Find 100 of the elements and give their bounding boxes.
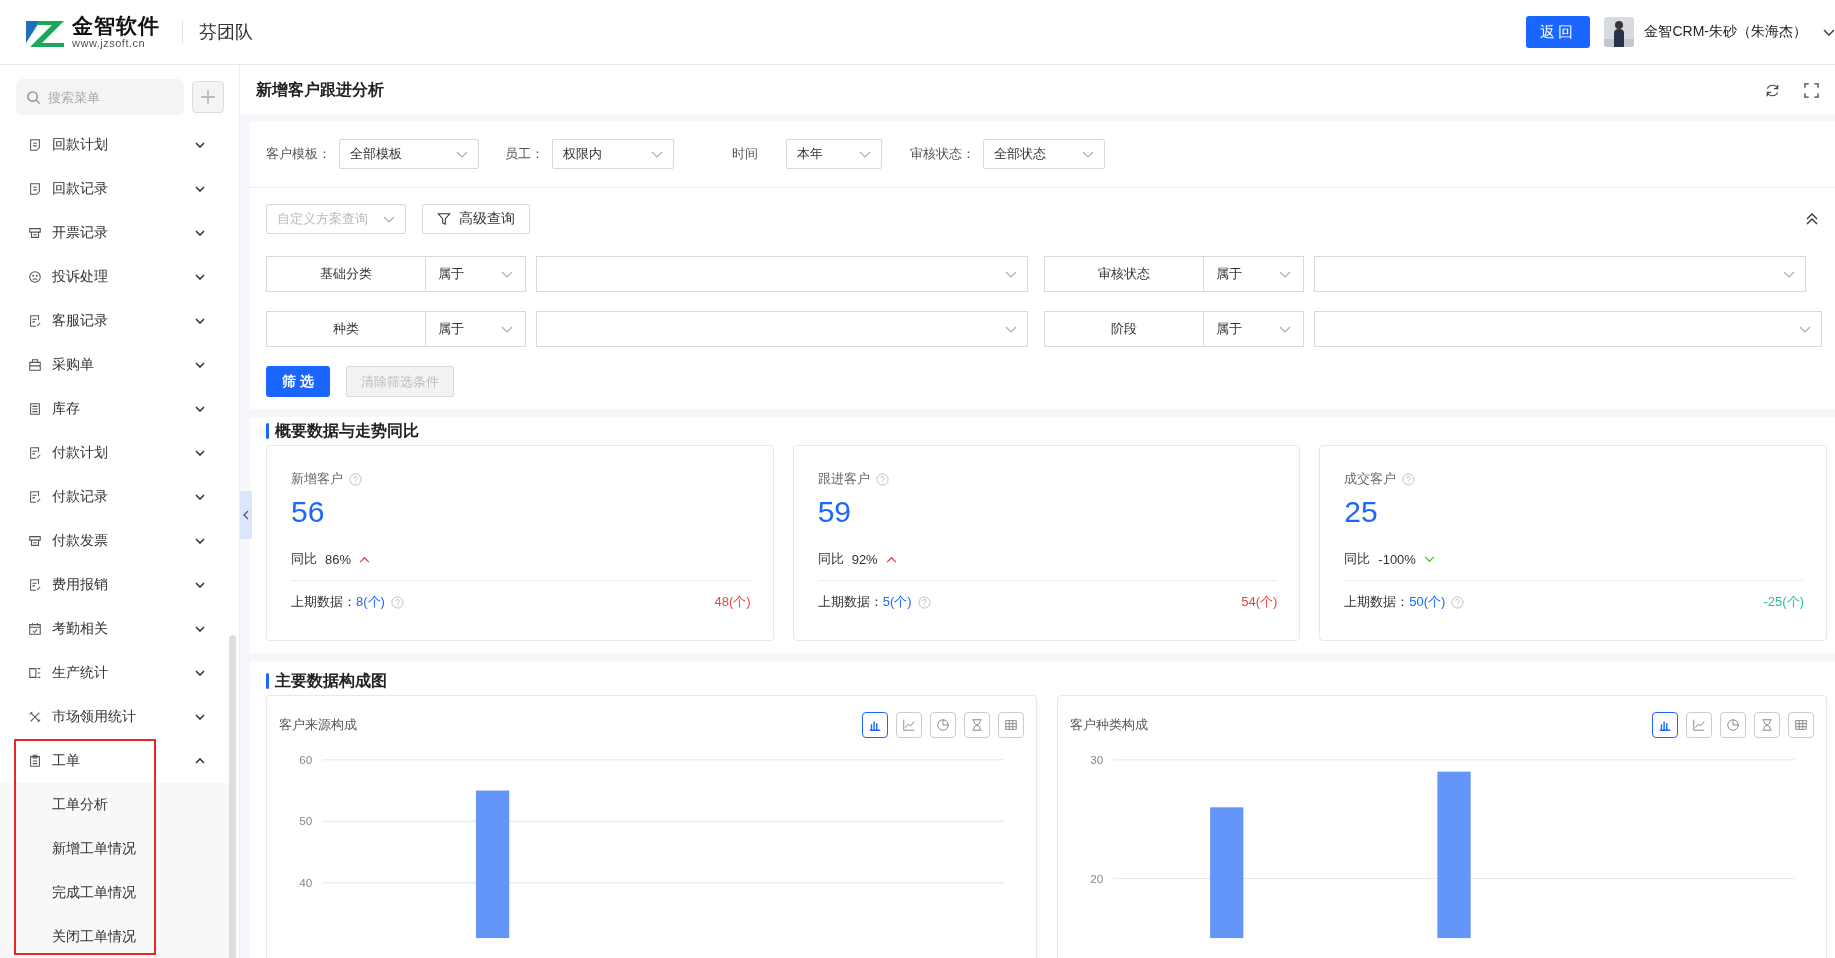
yoy-value: 86% bbox=[325, 551, 352, 567]
back-button[interactable]: 返回 bbox=[1526, 16, 1591, 48]
fullscreen-icon[interactable] bbox=[1804, 82, 1819, 98]
submenu-item[interactable]: 新增工单情况 bbox=[0, 827, 230, 871]
previous-label: 上期数据： bbox=[291, 593, 356, 611]
chart-type-button[interactable] bbox=[1652, 712, 1678, 738]
caret-icon bbox=[1005, 325, 1017, 333]
difference-value: -25(个) bbox=[1763, 593, 1804, 611]
filter-label: 时间 bbox=[732, 145, 758, 163]
value-dropdown[interactable] bbox=[536, 311, 1028, 347]
menu-item[interactable]: 费用报销 bbox=[0, 563, 230, 607]
pie-chart-icon bbox=[1726, 718, 1740, 732]
condition-field: 阶段 bbox=[1044, 311, 1204, 347]
caret-icon bbox=[1082, 150, 1094, 158]
chart-title: 客户来源构成 bbox=[279, 716, 357, 734]
note-icon bbox=[28, 314, 42, 328]
collapse-up-icon[interactable] bbox=[1805, 212, 1819, 226]
dropdown-field[interactable]: 全部模板 bbox=[339, 139, 479, 169]
caret-icon bbox=[383, 215, 395, 223]
stat-label: 新增客户 bbox=[291, 470, 343, 488]
difference-value: 54(个) bbox=[1241, 593, 1278, 611]
menu-item[interactable]: 付款计划 bbox=[0, 431, 230, 475]
menu-item[interactable]: 付款记录 bbox=[0, 475, 230, 519]
dropdown-field[interactable]: 本年 bbox=[786, 139, 882, 169]
help-icon[interactable] bbox=[1402, 472, 1416, 486]
value-dropdown[interactable] bbox=[1314, 256, 1806, 292]
submenu-item[interactable]: 完成工单情况 bbox=[0, 871, 230, 915]
search-field[interactable]: 搜索菜单 bbox=[16, 79, 184, 115]
dropdown-field[interactable]: 全部状态 bbox=[983, 139, 1105, 169]
chevron-down-icon[interactable] bbox=[1823, 28, 1835, 36]
list-icon bbox=[28, 402, 42, 416]
previous-value: 5(个) bbox=[882, 593, 912, 611]
yoy-value: 92% bbox=[851, 551, 878, 567]
help-icon[interactable] bbox=[917, 595, 931, 609]
refresh-icon[interactable] bbox=[1765, 82, 1780, 98]
columns-icon bbox=[28, 666, 42, 680]
section-title: 概要数据与走势同比 bbox=[275, 420, 419, 441]
axis-label: 20 bbox=[1089, 871, 1103, 885]
previous-label: 上期数据： bbox=[1344, 593, 1410, 611]
value-dropdown[interactable] bbox=[1314, 311, 1822, 347]
stat-value: 25 bbox=[1344, 495, 1378, 528]
menu-item[interactable]: 采购单 bbox=[0, 343, 230, 387]
help-icon[interactable] bbox=[1451, 595, 1465, 609]
condition-field: 审核状态 bbox=[1044, 256, 1204, 292]
filter-label: 员工： bbox=[505, 145, 544, 163]
menu-item[interactable]: 考勤相关 bbox=[0, 607, 230, 651]
scrollbar[interactable] bbox=[229, 635, 236, 958]
caret-icon bbox=[501, 270, 513, 278]
operator-dropdown[interactable]: 属于 bbox=[426, 311, 526, 347]
chart-type-button[interactable] bbox=[861, 712, 888, 738]
condition-field: 种类 bbox=[266, 311, 426, 347]
logo-url: www.jzsoft.cn bbox=[72, 36, 146, 50]
table-icon bbox=[1003, 718, 1018, 732]
menu-item[interactable]: 客服记录 bbox=[0, 299, 230, 343]
help-icon[interactable] bbox=[349, 472, 362, 486]
value-dropdown[interactable] bbox=[536, 256, 1028, 292]
document-icon bbox=[28, 182, 42, 196]
advanced-query-button[interactable]: 高级查询 bbox=[422, 204, 530, 234]
bag-icon bbox=[28, 358, 42, 372]
caret-icon bbox=[501, 325, 513, 333]
stat-label: 跟进客户 bbox=[817, 470, 870, 488]
previous-value: 50(个) bbox=[1409, 593, 1446, 611]
printer-icon bbox=[28, 226, 42, 240]
caret-icon bbox=[651, 150, 663, 158]
previous-value: 8(个) bbox=[356, 593, 385, 611]
add-button[interactable] bbox=[192, 81, 224, 113]
help-icon[interactable] bbox=[875, 472, 889, 486]
calendar-icon bbox=[28, 622, 42, 636]
yoy-value: -100% bbox=[1378, 551, 1416, 567]
help-icon[interactable] bbox=[390, 595, 404, 609]
submenu-item[interactable]: 工单分析 bbox=[0, 783, 230, 827]
note-icon bbox=[28, 490, 42, 504]
caret-icon bbox=[456, 150, 468, 158]
collapse-handle[interactable] bbox=[240, 491, 252, 539]
printer-icon bbox=[28, 534, 42, 548]
axis-label: 40 bbox=[299, 875, 313, 889]
menu-item[interactable]: 生产统计 bbox=[0, 651, 230, 695]
menu-item[interactable]: 回款计划 bbox=[0, 123, 230, 167]
menu-item[interactable]: 库存 bbox=[0, 387, 230, 431]
chevron-left-icon bbox=[243, 510, 249, 520]
submenu-item[interactable]: 关闭工单情况 bbox=[0, 915, 230, 958]
yoy-label: 同比 bbox=[291, 550, 317, 568]
menu-item[interactable]: 投诉处理 bbox=[0, 255, 230, 299]
menu-item[interactable]: 回款记录 bbox=[0, 167, 230, 211]
menu-item[interactable]: 工单 bbox=[0, 739, 230, 783]
filter-label: 客户模板： bbox=[266, 145, 331, 163]
filter-button[interactable]: 筛 选 bbox=[266, 366, 330, 397]
menu-item[interactable]: 付款发票 bbox=[0, 519, 230, 563]
tools-icon bbox=[28, 710, 42, 724]
caret-icon bbox=[1783, 270, 1795, 278]
user-name[interactable]: 金智CRM-朱砂（朱海杰） bbox=[1644, 23, 1807, 41]
operator-dropdown[interactable]: 属于 bbox=[1204, 311, 1304, 347]
operator-dropdown[interactable]: 属于 bbox=[1204, 256, 1304, 292]
menu-item[interactable]: 市场领用统计 bbox=[0, 695, 230, 739]
caret-icon bbox=[1005, 270, 1017, 278]
dropdown-field[interactable]: 权限内 bbox=[552, 139, 674, 169]
menu-item[interactable]: 开票记录 bbox=[0, 211, 230, 255]
note-icon bbox=[28, 446, 42, 460]
operator-dropdown[interactable]: 属于 bbox=[426, 256, 526, 292]
sad-face-icon bbox=[28, 270, 42, 284]
